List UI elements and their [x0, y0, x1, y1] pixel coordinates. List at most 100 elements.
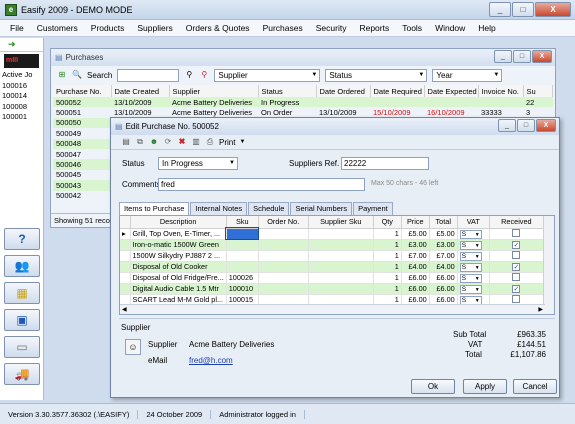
col-description[interactable]: Description — [130, 216, 227, 229]
col-supplier-sku[interactable]: Supplier Sku — [308, 216, 374, 229]
tab-items-to-purchase[interactable]: Items to Purchase — [119, 202, 190, 216]
received-checkbox[interactable]: ✓ — [512, 263, 521, 271]
cell-description[interactable]: Grill, Top Oven, E-Timer, ... — [130, 228, 227, 240]
received-checkbox[interactable] — [512, 272, 521, 281]
close-button[interactable]: X — [535, 2, 571, 17]
col-received[interactable]: Received — [489, 216, 545, 229]
view-icon[interactable]: 🔍 — [72, 70, 82, 80]
scroll-left-icon[interactable]: ◀ — [122, 306, 127, 313]
list-item[interactable]: Iron-o-matic 1500W Green1£3.00£3.00S✓ — [120, 239, 545, 251]
cell-supplier-sku[interactable] — [308, 272, 374, 284]
cell-price[interactable]: £6.00 — [401, 272, 430, 284]
menu-purchases[interactable]: Purchases — [263, 23, 303, 33]
ok-button[interactable]: Ok — [411, 379, 455, 394]
cell-price[interactable]: £6.00 — [401, 283, 430, 295]
help-icon[interactable]: ? — [4, 228, 40, 250]
received-checkbox[interactable]: ✓ — [512, 241, 521, 249]
cell-qty[interactable]: 1 — [373, 272, 402, 284]
purchases-minimize-button[interactable]: _ — [494, 50, 512, 63]
scroll-right-icon[interactable]: ▶ — [538, 306, 543, 313]
cell-order-no[interactable] — [258, 261, 309, 273]
cell-order-no[interactable] — [258, 283, 309, 295]
col-order-no[interactable]: Order No. — [258, 216, 309, 229]
maximize-button[interactable]: □ — [512, 2, 534, 17]
delivery-icon[interactable]: 🚚 — [4, 363, 40, 385]
tab-schedule[interactable]: Schedule — [248, 202, 290, 215]
cell-qty[interactable]: 1 — [373, 283, 402, 295]
vat-select[interactable]: S — [459, 284, 482, 293]
supplier-card-icon[interactable]: ☺ — [125, 339, 141, 355]
cell-description[interactable]: Iron-o-matic 1500W Green — [130, 239, 227, 251]
col-price[interactable]: Price — [401, 216, 430, 229]
cell-description[interactable]: Disposal of Old Cooker — [130, 261, 227, 273]
cell-supplier-sku[interactable] — [308, 283, 374, 295]
edit-minimize-button[interactable]: _ — [498, 119, 516, 132]
list-item[interactable]: ▸ Grill, Top Oven, E-Timer, ... 1 £5.00 £5.0… — [120, 227, 545, 240]
cell-price[interactable]: £7.00 — [401, 250, 430, 262]
menu-customers[interactable]: Customers — [37, 23, 78, 33]
cell-qty[interactable]: 1 — [373, 250, 402, 262]
col-invoice-no[interactable]: Invoice No. — [478, 85, 524, 97]
list-item[interactable]: 1500W Silkydry PJ887 2 ... 1 £7.00 £7.00 S — [120, 250, 545, 262]
menu-tools[interactable]: Tools — [402, 23, 422, 33]
col-date-ordered[interactable]: Date Ordered — [316, 85, 371, 97]
received-checkbox[interactable]: ✓ — [512, 285, 521, 293]
table-row[interactable]: 500052 13/10/2009 Acme Battery Deliveries I… — [53, 97, 553, 108]
cell-qty[interactable]: 1 — [373, 228, 402, 240]
cell-price[interactable]: £3.00 — [401, 239, 430, 251]
purchases-close-button[interactable]: X — [532, 50, 552, 63]
col-vat[interactable]: VAT — [457, 216, 490, 229]
comments-input[interactable]: fred — [158, 178, 365, 191]
row-selector[interactable] — [120, 261, 131, 273]
tab-serial-numbers[interactable]: Serial Numbers — [290, 202, 353, 215]
vat-select[interactable]: S — [459, 229, 482, 238]
cell-supplier-sku[interactable] — [308, 250, 374, 262]
cell-qty[interactable]: 1 — [373, 261, 402, 273]
documents-icon[interactable]: ▭ — [4, 336, 40, 358]
purchases-maximize-button[interactable]: □ — [513, 50, 531, 63]
print-icon[interactable]: ⎙ — [205, 137, 215, 147]
print-menu[interactable]: Print — [219, 138, 235, 147]
cell-sku[interactable] — [226, 239, 259, 251]
list-item[interactable]: 100008 — [2, 102, 43, 113]
vat-select[interactable]: S — [459, 273, 482, 282]
cell-description[interactable]: 1500W Silkydry PJ887 2 ... — [130, 250, 227, 262]
tab-internal-notes[interactable]: Internal Notes — [190, 202, 248, 215]
edit-close-button[interactable]: X — [536, 119, 556, 132]
delete-icon[interactable]: ✖ — [177, 137, 187, 147]
items-horizontal-scrollbar[interactable]: ◀ ▶ — [120, 304, 545, 314]
vat-select[interactable]: S — [459, 240, 482, 249]
received-checkbox[interactable] — [512, 250, 521, 259]
suppliers-ref-input[interactable]: 22222 — [341, 157, 429, 170]
tab-payment[interactable]: Payment — [353, 202, 393, 215]
print-dropdown-icon[interactable]: ▼ — [239, 139, 245, 145]
col-qty[interactable]: Qty — [373, 216, 402, 229]
menu-suppliers[interactable]: Suppliers — [137, 23, 172, 33]
cancel-button[interactable]: Cancel — [513, 379, 557, 394]
search-input[interactable] — [117, 68, 180, 82]
menu-reports[interactable]: Reports — [359, 23, 389, 33]
list-item[interactable]: Digital Audio Cable 1.5 Mtr 100010 1 £6.00 £… — [120, 283, 545, 295]
year-filter[interactable]: Year — [432, 68, 503, 82]
cell-sku[interactable] — [226, 261, 259, 273]
supplier-filter[interactable]: Supplier — [214, 68, 321, 82]
cell-sku[interactable]: 100026 — [226, 272, 259, 284]
cell-supplier-sku[interactable] — [308, 228, 374, 240]
menu-orders-quotes[interactable]: Orders & Quotes — [186, 23, 250, 33]
orders-icon[interactable]: ▣ — [4, 309, 40, 331]
col-purchase-no[interactable]: Purchase No. — [53, 85, 112, 97]
cell-sku[interactable]: 100010 — [226, 283, 259, 295]
forward-arrow-icon[interactable]: ➜ — [8, 39, 16, 50]
email-link[interactable]: fred@h.com — [189, 356, 233, 365]
list-item[interactable]: Disposal of Old Cooker1£4.00£4.00S✓ — [120, 261, 545, 273]
current-row-arrow-icon[interactable]: ▸ — [120, 228, 131, 240]
contacts-icon[interactable]: 👥 — [4, 255, 40, 277]
import-icon[interactable]: ▥ — [191, 137, 201, 147]
status-filter[interactable]: Status — [325, 68, 428, 82]
col-sku[interactable]: Sku — [226, 216, 259, 229]
menu-products[interactable]: Products — [91, 23, 125, 33]
col-date-created[interactable]: Date Created — [111, 85, 170, 97]
cell-description[interactable]: Digital Audio Cable 1.5 Mtr — [130, 283, 227, 295]
users-icon[interactable]: ☻ — [149, 137, 159, 147]
col-status[interactable]: Status — [258, 85, 317, 97]
